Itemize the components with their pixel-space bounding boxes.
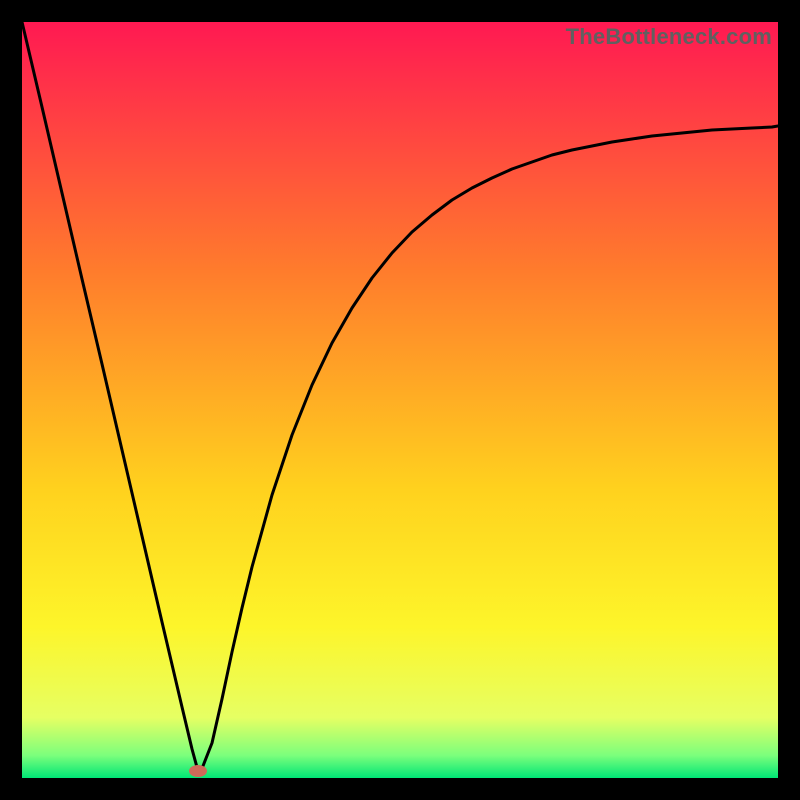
watermark-text: TheBottleneck.com [566,24,772,50]
plot-svg [22,22,778,778]
plot-frame: TheBottleneck.com [22,22,778,778]
minimum-marker [189,765,207,777]
